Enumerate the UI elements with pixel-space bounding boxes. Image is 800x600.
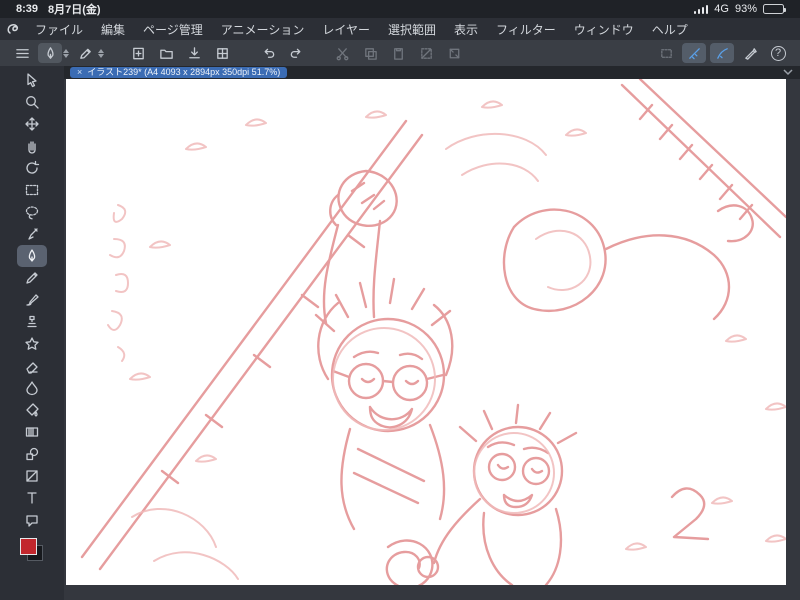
tool-eyedropper[interactable] bbox=[17, 223, 47, 245]
tool-fill[interactable] bbox=[17, 399, 47, 421]
menu-item-help[interactable]: ヘルプ bbox=[643, 21, 697, 38]
document-tab-bar: × イラスト239* (A4 4093 x 2894px 350dpi 51.7… bbox=[64, 66, 800, 79]
tool-selection[interactable] bbox=[17, 179, 47, 201]
menu-item-layer[interactable]: レイヤー bbox=[313, 21, 379, 38]
help-icon[interactable]: ? bbox=[766, 43, 790, 63]
tool-gradient[interactable] bbox=[17, 421, 47, 443]
command-toolbar: ? bbox=[0, 40, 800, 66]
battery-icon bbox=[763, 4, 786, 14]
menu-item-animation[interactable]: アニメーション bbox=[212, 21, 314, 38]
color-swatches[interactable] bbox=[19, 537, 45, 563]
tool-slot-current[interactable] bbox=[38, 43, 69, 63]
tool-operation[interactable] bbox=[17, 69, 47, 91]
document-tab[interactable]: × イラスト239* (A4 4093 x 2894px 350dpi 51.7… bbox=[70, 67, 288, 78]
canvas-area bbox=[64, 79, 800, 600]
tool-palette bbox=[0, 66, 64, 600]
snap-to-special-ruler-icon[interactable] bbox=[710, 43, 734, 63]
tab-close-icon[interactable]: × bbox=[77, 67, 82, 78]
menu-item-window[interactable]: ウィンドウ bbox=[565, 21, 643, 38]
tool-slot-secondary[interactable] bbox=[73, 43, 104, 63]
color-window-icon[interactable] bbox=[210, 43, 234, 63]
tool-pen[interactable] bbox=[17, 245, 47, 267]
tool-rotate[interactable] bbox=[17, 157, 47, 179]
tool-frame-border[interactable] bbox=[17, 465, 47, 487]
tool-move[interactable] bbox=[17, 113, 47, 135]
copy-icon[interactable] bbox=[358, 43, 382, 63]
redo-icon[interactable] bbox=[284, 43, 308, 63]
tool-text[interactable] bbox=[17, 487, 47, 509]
transform-icon[interactable] bbox=[442, 43, 466, 63]
canvas-sketch bbox=[80, 79, 786, 585]
cut-icon[interactable] bbox=[330, 43, 354, 63]
snap-to-ruler-icon[interactable] bbox=[682, 43, 706, 63]
network-type: 4G bbox=[714, 3, 729, 15]
menu-toggle-icon[interactable] bbox=[10, 43, 34, 63]
document-canvas[interactable] bbox=[66, 79, 786, 585]
tool-zoom[interactable] bbox=[17, 91, 47, 113]
battery-percent: 93% bbox=[734, 3, 757, 15]
ruler-pen-icon[interactable] bbox=[738, 43, 762, 63]
export-icon[interactable] bbox=[182, 43, 206, 63]
open-file-icon[interactable] bbox=[154, 43, 178, 63]
status-date: 8月7日(金) bbox=[48, 4, 101, 16]
menu-bar: ファイル 編集 ページ管理 アニメーション レイヤー 選択範囲 表示 フィルター… bbox=[0, 18, 800, 40]
tool-pencil[interactable] bbox=[17, 267, 47, 289]
secondary-tool-marker-icon[interactable] bbox=[73, 43, 97, 63]
tool-stepper-icon[interactable] bbox=[63, 48, 69, 58]
tool-decoration[interactable] bbox=[17, 333, 47, 355]
paste-icon[interactable] bbox=[386, 43, 410, 63]
tool-airbrush[interactable] bbox=[17, 311, 47, 333]
tool-brush[interactable] bbox=[17, 289, 47, 311]
menu-item-view[interactable]: 表示 bbox=[445, 21, 487, 38]
tool-eraser[interactable] bbox=[17, 355, 47, 377]
undo-icon[interactable] bbox=[256, 43, 280, 63]
menu-item-page-management[interactable]: ページ管理 bbox=[134, 21, 212, 38]
clip-studio-window: 8:39 8月7日(金) 4G 93% ファイル 編集 ページ管理 アニメーショ… bbox=[0, 0, 800, 600]
deselect-icon[interactable] bbox=[414, 43, 438, 63]
document-title: イラスト239* (A4 4093 x 2894px 350dpi 51.7%) bbox=[87, 67, 281, 77]
tool-figure[interactable] bbox=[17, 443, 47, 465]
tool-hand[interactable] bbox=[17, 135, 47, 157]
tool-balloon[interactable] bbox=[17, 509, 47, 531]
app-logo-icon[interactable] bbox=[0, 21, 26, 37]
status-time: 8:39 bbox=[16, 3, 39, 15]
menu-item-filter[interactable]: フィルター bbox=[487, 21, 565, 38]
menu-item-edit[interactable]: 編集 bbox=[92, 21, 134, 38]
tool-stepper-2-icon[interactable] bbox=[98, 48, 104, 58]
tool-lasso[interactable] bbox=[17, 201, 47, 223]
select-area-icon[interactable] bbox=[654, 43, 678, 63]
tool-blend[interactable] bbox=[17, 377, 47, 399]
status-bar: 8:39 8月7日(金) 4G 93% bbox=[0, 0, 800, 18]
menu-item-selection[interactable]: 選択範囲 bbox=[379, 21, 445, 38]
main-color-swatch[interactable] bbox=[20, 538, 37, 555]
menu-item-file[interactable]: ファイル bbox=[26, 21, 92, 38]
current-tool-pen-icon[interactable] bbox=[38, 43, 62, 63]
new-canvas-icon[interactable] bbox=[126, 43, 150, 63]
signal-bars-icon bbox=[693, 4, 709, 14]
